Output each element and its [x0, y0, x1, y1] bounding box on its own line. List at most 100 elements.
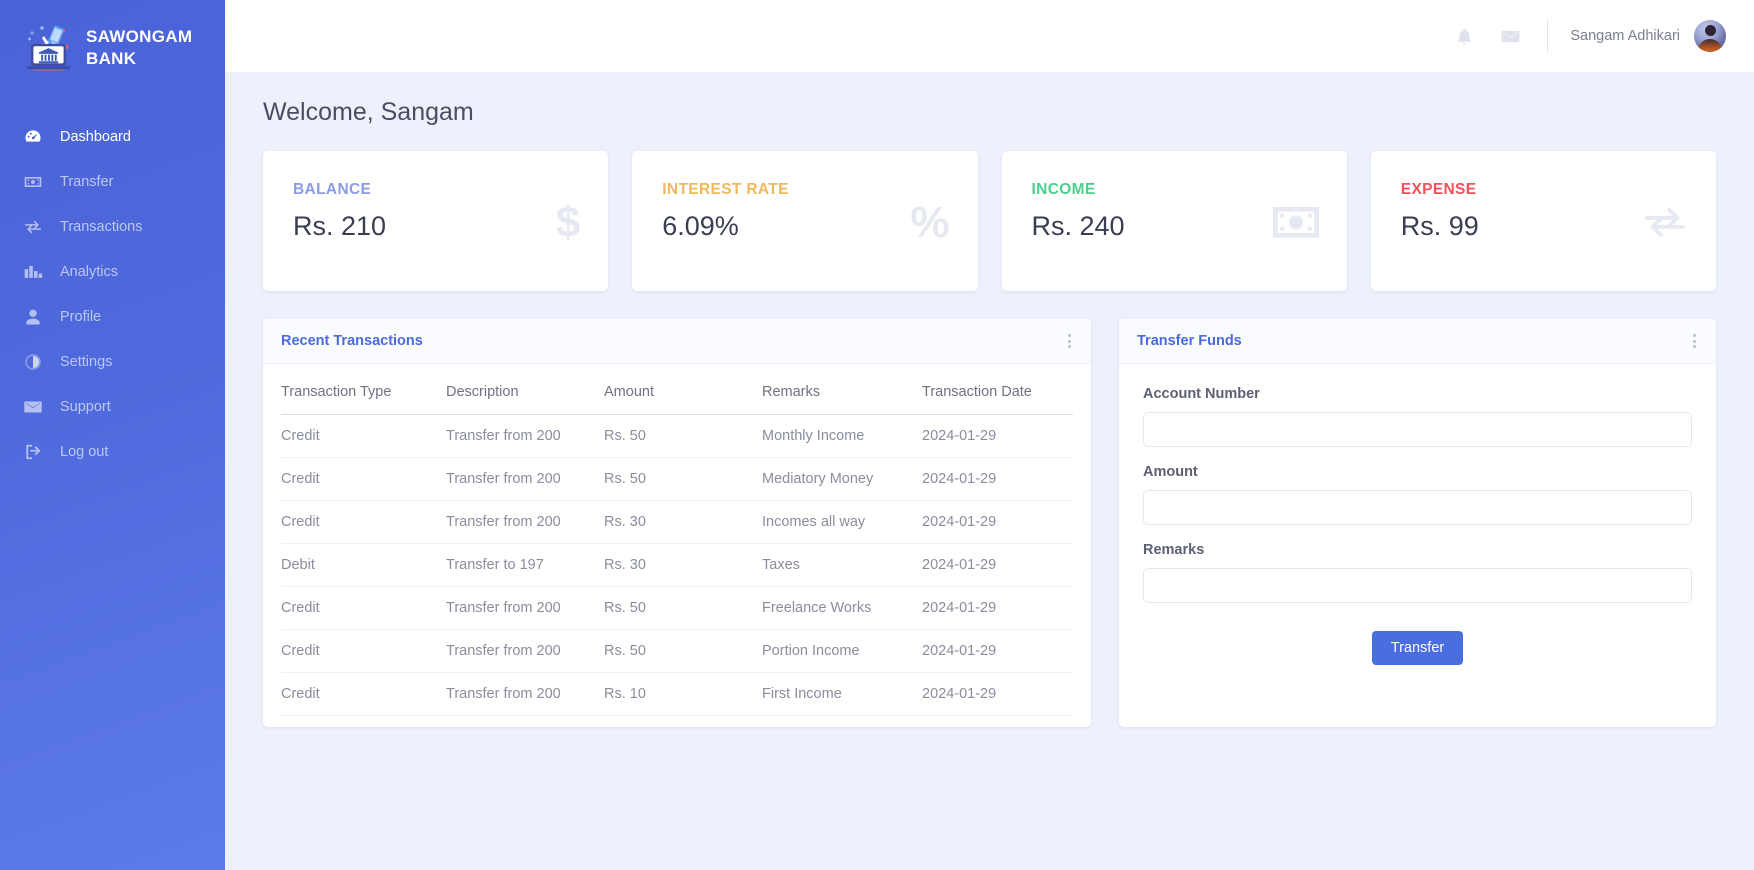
sidebar-item-profile[interactable]: Profile	[0, 294, 225, 339]
account-number-input[interactable]	[1143, 412, 1692, 447]
stat-card-title: INTEREST RATE	[662, 181, 789, 198]
cell-description: Transfer from 200	[446, 500, 604, 544]
cell-amount: Rs. 30	[604, 543, 762, 587]
table-row[interactable]: Credit Transfer from 200 Rs. 50 Portion …	[281, 629, 1073, 673]
cell-transaction-date: 2024-01-29	[922, 672, 1073, 716]
table-row[interactable]: Credit Transfer from 200 Rs. 30 Incomes …	[281, 500, 1073, 544]
transfer-actions: Transfer	[1143, 631, 1692, 665]
table-body: Credit Transfer from 200 Rs. 50 Monthly …	[281, 414, 1073, 716]
sidebar-item-label: Analytics	[60, 263, 119, 280]
sidebar-item-label: Support	[60, 398, 111, 415]
table-row[interactable]: Credit Transfer from 200 Rs. 50 Freelanc…	[281, 586, 1073, 630]
user-menu[interactable]: Sangam Adhikari	[1570, 20, 1726, 52]
cell-description: Transfer from 200	[446, 629, 604, 673]
brand-name: SAWONGAM BANK	[86, 26, 193, 68]
amount-label: Amount	[1143, 464, 1198, 480]
remarks-input[interactable]	[1143, 568, 1692, 603]
cell-remarks: Incomes all way	[762, 500, 922, 544]
cell-transaction-date: 2024-01-29	[922, 500, 1073, 544]
cell-description: Transfer to 197	[446, 543, 604, 587]
avatar[interactable]	[1694, 20, 1726, 52]
cell-amount: Rs. 50	[604, 586, 762, 630]
panel-header: Transfer Funds	[1119, 319, 1716, 364]
table-row[interactable]: Credit Transfer from 200 Rs. 50 Monthly …	[281, 414, 1073, 458]
column-header: Transaction Date	[922, 364, 1073, 415]
stat-card-income: INCOME Rs. 240	[1001, 151, 1347, 291]
table-row[interactable]: Credit Transfer from 200 Rs. 10 First In…	[281, 672, 1073, 716]
amount-input[interactable]	[1143, 490, 1692, 525]
account-number-label: Account Number	[1143, 386, 1260, 402]
sidebar-item-label: Dashboard	[60, 128, 131, 145]
envelope-icon	[22, 396, 44, 418]
page-content: Welcome, Sangam BALANCE Rs. 210 $ INTERE…	[225, 72, 1754, 870]
dashboard-panels: Recent Transactions Transaction Type Des…	[263, 319, 1716, 727]
contrast-circle-icon	[22, 351, 44, 373]
percent-icon: %	[910, 197, 950, 247]
recent-transactions-panel: Recent Transactions Transaction Type Des…	[263, 319, 1091, 727]
sidebar-item-label: Transactions	[60, 218, 143, 235]
stat-card-title: BALANCE	[293, 181, 372, 198]
kebab-menu-icon[interactable]	[1687, 328, 1702, 354]
stat-card-balance: BALANCE Rs. 210 $	[263, 151, 609, 291]
cell-description: Transfer from 200	[446, 414, 604, 458]
sidebar-item-support[interactable]: Support	[0, 384, 225, 429]
sidebar-item-label: Profile	[60, 308, 102, 325]
brand[interactable]: SAWONGAM BANK	[0, 14, 225, 74]
cell-amount: Rs. 50	[604, 414, 762, 458]
cell-transaction-type: Credit	[281, 629, 446, 673]
remarks-label: Remarks	[1143, 542, 1205, 558]
sidebar-item-analytics[interactable]: Analytics	[0, 249, 225, 294]
user-icon	[22, 306, 44, 328]
column-header: Transaction Type	[281, 364, 446, 415]
sidebar-item-dashboard[interactable]: Dashboard	[0, 114, 225, 159]
transactions-table: Transaction Type Description Amount Rema…	[281, 364, 1073, 716]
sidebar-item-logout[interactable]: Log out	[0, 429, 225, 474]
cell-transaction-date: 2024-01-29	[922, 586, 1073, 630]
transactions-table-wrap: Transaction Type Description Amount Rema…	[263, 364, 1091, 727]
cell-transaction-date: 2024-01-29	[922, 457, 1073, 501]
transfer-form: Account Number Amount Remarks Transfer	[1119, 364, 1716, 665]
panel-title: Recent Transactions	[281, 333, 423, 349]
cell-transaction-date: 2024-01-29	[922, 629, 1073, 673]
sidebar-item-transfer[interactable]: Transfer	[0, 159, 225, 204]
envelope-icon[interactable]	[1487, 13, 1533, 59]
exchange-arrows-icon	[1642, 205, 1688, 239]
cell-amount: Rs. 50	[604, 457, 762, 501]
cell-amount: Rs. 50	[604, 629, 762, 673]
bell-icon[interactable]	[1441, 13, 1487, 59]
cell-amount: Rs. 30	[604, 500, 762, 544]
cell-transaction-type: Credit	[281, 500, 446, 544]
stat-card-title: INCOME	[1031, 181, 1096, 198]
stat-card-value: Rs. 210	[293, 211, 387, 241]
kebab-menu-icon[interactable]	[1062, 328, 1077, 354]
sidebar-item-label: Settings	[60, 353, 113, 370]
cell-description: Transfer from 200	[446, 672, 604, 716]
table-row[interactable]: Credit Transfer from 200 Rs. 50 Mediator…	[281, 457, 1073, 501]
sidebar-nav: Dashboard Transfer Transactions Analytic…	[0, 114, 225, 474]
stat-card-title: EXPENSE	[1400, 181, 1477, 198]
dollar-sign-icon: $	[555, 197, 581, 247]
money-bill-icon	[22, 171, 44, 193]
main-area: Sangam Adhikari Welcome, Sangam BALANCE …	[225, 0, 1754, 870]
cell-transaction-date: 2024-01-29	[922, 414, 1073, 458]
table-header: Transaction Type Description Amount Rema…	[281, 364, 1073, 415]
user-name: Sangam Adhikari	[1570, 28, 1680, 44]
panel-header: Recent Transactions	[263, 319, 1091, 364]
cell-remarks: Portion Income	[762, 629, 922, 673]
stat-card-interest-rate: INTEREST RATE 6.09% %	[632, 151, 978, 291]
transfer-button[interactable]: Transfer	[1371, 631, 1464, 665]
sidebar-item-transactions[interactable]: Transactions	[0, 204, 225, 249]
sidebar-item-label: Log out	[60, 443, 109, 460]
column-header: Description	[446, 364, 604, 415]
sidebar: SAWONGAM BANK Dashboard Transfer Transac	[0, 0, 225, 870]
table-row[interactable]: Debit Transfer to 197 Rs. 30 Taxes 2024-…	[281, 543, 1073, 587]
dashboard-gauge-icon	[22, 126, 44, 148]
sidebar-item-settings[interactable]: Settings	[0, 339, 225, 384]
transfer-funds-panel: Transfer Funds Account Number Amount Rem…	[1119, 319, 1716, 727]
stat-cards: BALANCE Rs. 210 $ INTEREST RATE 6.09% % …	[263, 151, 1716, 291]
panel-title: Transfer Funds	[1137, 333, 1242, 349]
page-title: Welcome, Sangam	[263, 98, 474, 126]
cell-remarks: Freelance Works	[762, 586, 922, 630]
bar-chart-icon	[22, 261, 44, 283]
cell-transaction-type: Credit	[281, 672, 446, 716]
